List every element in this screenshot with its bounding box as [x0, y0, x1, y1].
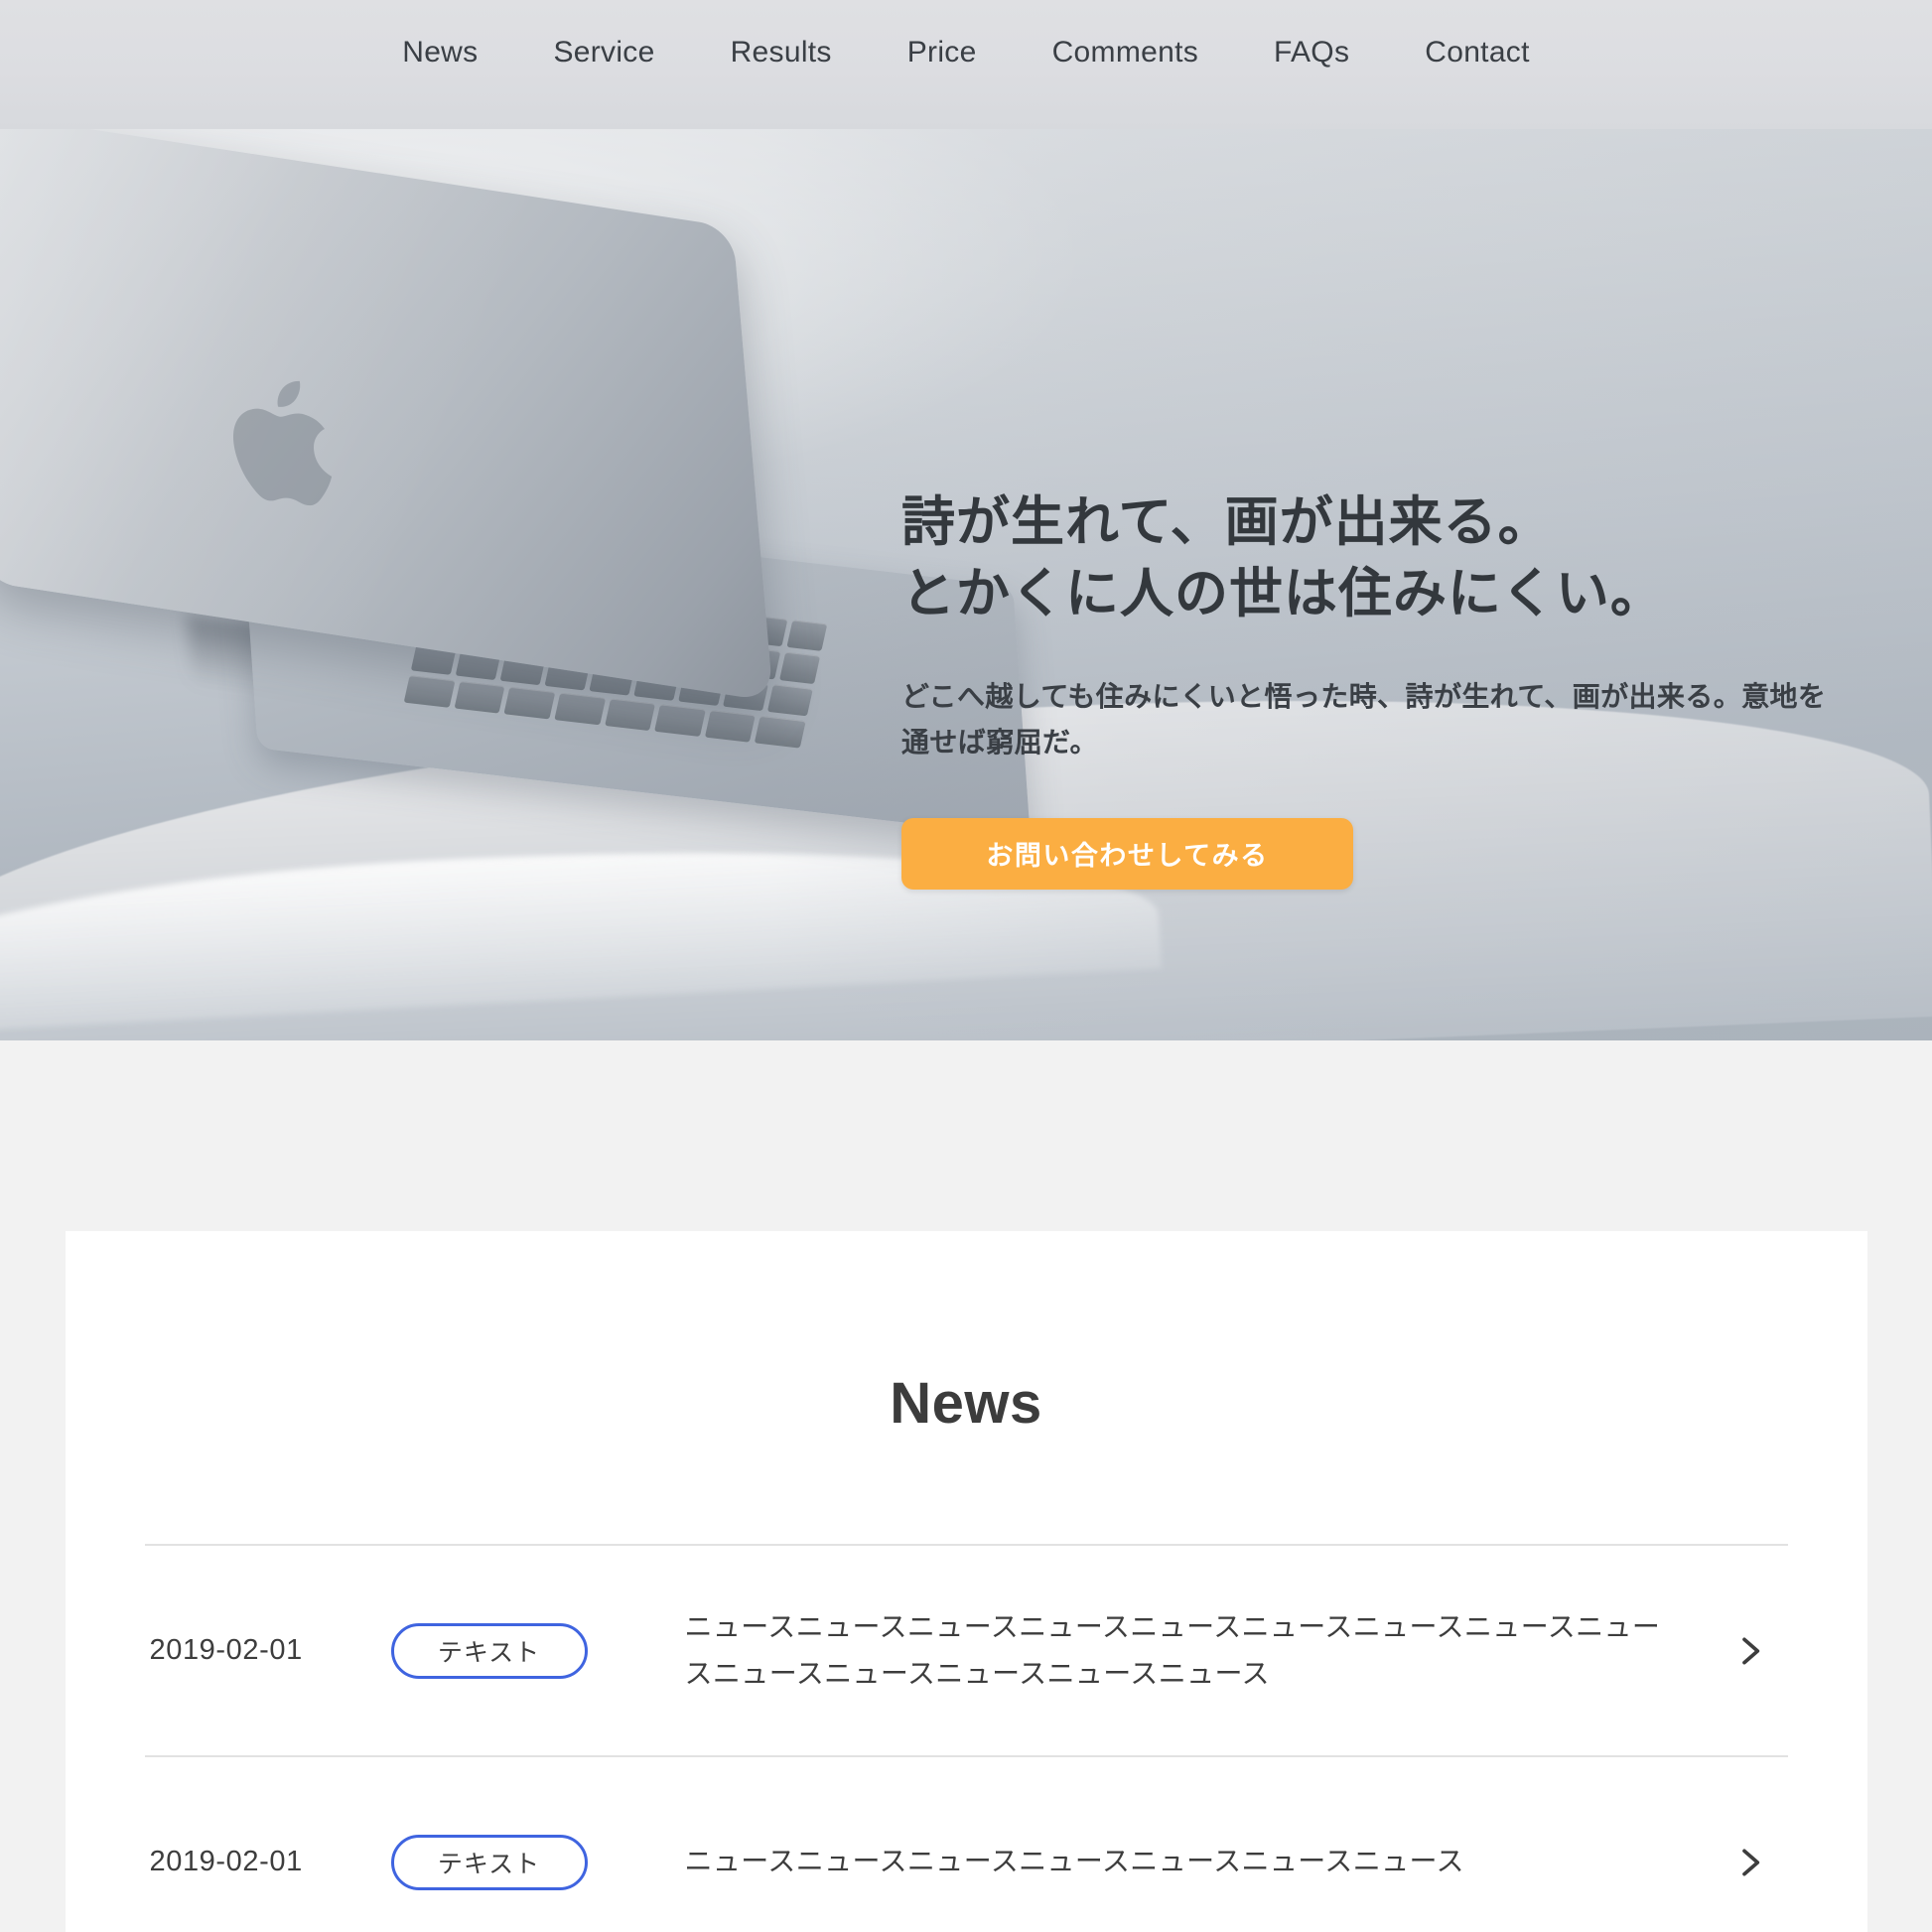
news-list: 2019-02-01 テキスト ニュースニュースニュースニュースニュースニュース…: [144, 1544, 1788, 1932]
site-header: News Service Results Price Comments FAQs…: [0, 0, 1932, 129]
nav-item-contact[interactable]: Contact: [1387, 38, 1568, 68]
nav-item-results[interactable]: Results: [693, 38, 870, 68]
nav-item-news[interactable]: News: [364, 38, 515, 68]
page-root: News Service Results Price Comments FAQs…: [0, 0, 1932, 1932]
hero-section: 詩が生れて、画が出来る。 とかくに人の世は住みにくい。 どこへ越しても住みにくい…: [0, 129, 1932, 1040]
news-item-date: 2019-02-01: [149, 1846, 303, 1877]
hero-copy-block: 詩が生れて、画が出来る。 とかくに人の世は住みにくい。 どこへ越しても住みにくい…: [901, 486, 1874, 890]
contact-cta-button[interactable]: お問い合わせしてみる: [901, 817, 1353, 890]
news-item-badge: テキスト: [390, 1622, 588, 1679]
news-item-badge: テキスト: [390, 1834, 588, 1890]
news-heading: News: [890, 1371, 1042, 1436]
chevron-right-icon[interactable]: [1721, 1622, 1778, 1680]
news-card: News 2019-02-01 テキスト ニュースニュースニュースニュースニュー…: [65, 1231, 1867, 1932]
nav-item-price[interactable]: Price: [870, 38, 1015, 68]
nav-item-service[interactable]: Service: [515, 38, 692, 68]
hero-description: どこへ越しても住みにくいと悟った時、詩が生れて、画が出来る。意地を通せば窮屈だ。: [901, 680, 1827, 759]
news-item-text: ニュースニュースニュースニュースニュースニュースニュースニュースニュースニュース…: [684, 1611, 1661, 1689]
hero-title: 詩が生れて、画が出来る。 とかくに人の世は住みにくい。: [901, 486, 1874, 630]
news-section: News 2019-02-01 テキスト ニュースニュースニュースニュースニュー…: [0, 1040, 1932, 1932]
nav-item-comments[interactable]: Comments: [1015, 38, 1236, 68]
news-item-text: ニュースニュースニュースニュースニュースニュースニュース: [684, 1846, 1464, 1877]
hero-title-line2: とかくに人の世は住みにくい。: [901, 564, 1665, 624]
chevron-right-icon[interactable]: [1721, 1834, 1778, 1891]
news-list-item[interactable]: 2019-02-01 テキスト ニュースニュースニュースニュースニュースニュース…: [144, 1546, 1788, 1757]
nav-item-faqs[interactable]: FAQs: [1236, 38, 1387, 68]
hero-title-line1: 詩が生れて、画が出来る。: [901, 492, 1553, 552]
news-list-item[interactable]: 2019-02-01 テキスト ニュースニュースニュースニュースニュースニュース…: [144, 1757, 1788, 1932]
news-item-date: 2019-02-01: [149, 1634, 303, 1666]
main-navigation: News Service Results Price Comments FAQs…: [364, 38, 1568, 68]
